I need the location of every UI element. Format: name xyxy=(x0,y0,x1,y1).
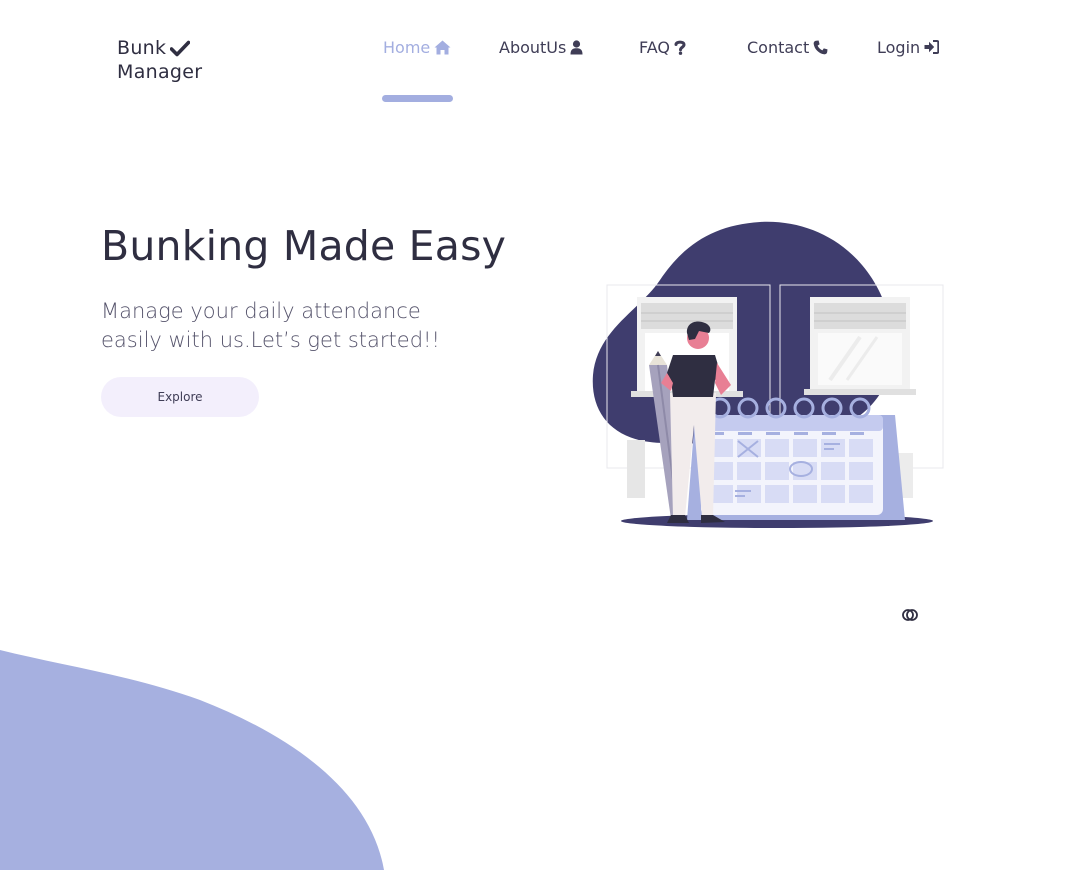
hero-title: Bunking Made Easy xyxy=(101,222,507,270)
home-icon xyxy=(434,40,451,54)
nav-login[interactable]: Login xyxy=(877,36,940,58)
landing-page: Bunk Manager Home AboutUs FAQ Contact Lo… xyxy=(0,0,1089,870)
brand-name-line2: Manager xyxy=(117,61,203,83)
theme-toggle-icon[interactable] xyxy=(902,608,918,622)
nav-contact-label: Contact xyxy=(747,37,810,57)
phone-icon xyxy=(813,40,828,54)
brand-logo[interactable]: Bunk Manager xyxy=(117,36,202,84)
nav-about[interactable]: AboutUs xyxy=(499,36,583,58)
nav-home-label: Home xyxy=(383,37,431,57)
decorative-wave xyxy=(0,650,384,870)
brand-name-line1: Bunk xyxy=(117,37,167,59)
nav-faq-label: FAQ xyxy=(639,37,670,57)
question-icon xyxy=(674,40,686,55)
user-icon xyxy=(570,39,583,54)
nav-contact[interactable]: Contact xyxy=(747,36,828,58)
nav-home[interactable]: Home xyxy=(383,36,451,58)
hero-subtitle-line1: Manage your daily attendance xyxy=(101,299,421,323)
hero-subtitle: Manage your daily attendance easily with… xyxy=(101,297,501,355)
explore-button[interactable]: Explore xyxy=(101,377,259,417)
nav-faq[interactable]: FAQ xyxy=(639,36,686,58)
hero-subtitle-line2: easily with us.Let’s get started!! xyxy=(101,328,440,352)
nav-about-label: AboutUs xyxy=(499,37,567,57)
calendar-illustration xyxy=(592,221,944,528)
check-icon xyxy=(170,40,191,56)
nav-login-label: Login xyxy=(877,37,921,57)
active-tab-indicator xyxy=(382,95,453,102)
sign-in-icon xyxy=(924,40,940,54)
